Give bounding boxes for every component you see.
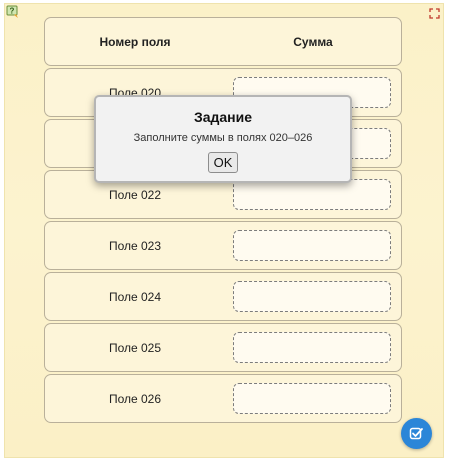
sums-table: Номер поля Сумма Поле 020 Поле 021 Поле … <box>44 17 402 425</box>
sum-input-024[interactable] <box>233 281 391 312</box>
sum-input-023[interactable] <box>233 230 391 261</box>
header-sum: Сумма <box>293 34 333 49</box>
table-row: Поле 024 <box>44 272 402 321</box>
table-header: Номер поля Сумма <box>44 17 402 66</box>
ok-button[interactable]: OK <box>208 152 238 173</box>
table-row: Поле 023 <box>44 221 402 270</box>
table-row: Поле 025 <box>44 323 402 372</box>
sum-input-026[interactable] <box>233 383 391 414</box>
field-label: Поле 022 <box>108 187 162 202</box>
check-icon <box>409 427 423 440</box>
task-dialog: Задание Заполните суммы в полях 020–026 … <box>94 95 352 183</box>
check-button[interactable] <box>401 418 432 449</box>
sum-input-025[interactable] <box>233 332 391 363</box>
fullscreen-icon[interactable] <box>429 6 440 19</box>
table-row: Поле 026 <box>44 374 402 423</box>
help-icon[interactable]: ? <box>6 5 20 19</box>
sum-input-022[interactable] <box>233 179 391 210</box>
field-label: Поле 026 <box>108 391 162 406</box>
svg-text:?: ? <box>10 7 15 16</box>
field-label: Поле 024 <box>108 289 162 304</box>
dialog-message: Заполните суммы в полях 020–026 <box>133 132 313 144</box>
activity-stage: ? Номер поля Сумма Поле 020 Поле 021 Пол… <box>0 0 450 465</box>
dialog-title: Задание <box>193 109 253 125</box>
header-field-number: Номер поля <box>99 34 171 49</box>
field-label: Поле 025 <box>108 340 162 355</box>
field-label: Поле 023 <box>108 238 162 253</box>
